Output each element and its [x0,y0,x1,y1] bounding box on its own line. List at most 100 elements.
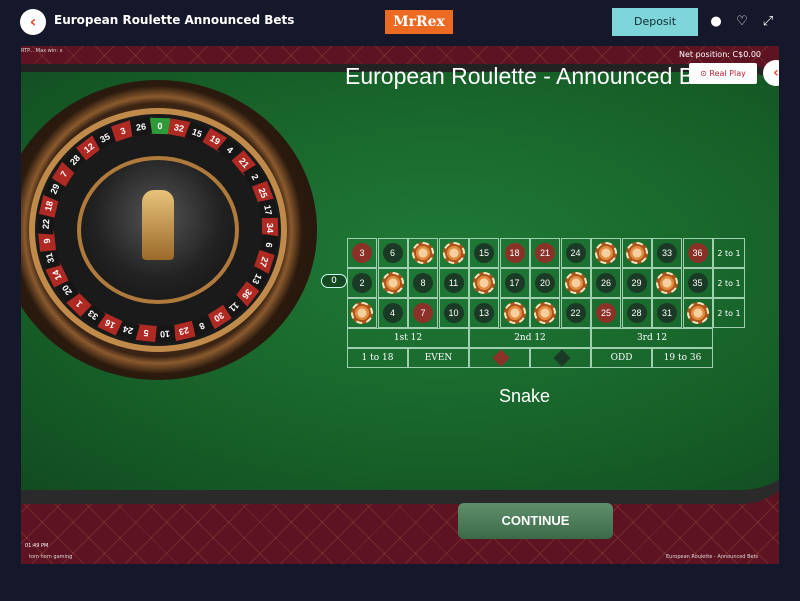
number-cell[interactable]: 19 [530,298,560,328]
number-label: 24 [565,243,586,263]
number-label: 18 [504,243,525,263]
number-label: 26 [596,273,616,293]
net-position: Net position: C$0.00 [679,50,761,59]
dozen-bet-cell[interactable]: 1st 12 [347,328,469,348]
black-diamond-icon [553,349,570,367]
number-cell[interactable]: 13 [469,298,499,328]
outside-bet-cell[interactable]: ODD [591,348,652,368]
number-cell[interactable]: 22 [560,298,591,328]
red-bet-cell[interactable] [469,348,530,368]
roulette-wheel: 0 32 15 19 4 21 2 25 17 34 6 27 13 36 11 30 8 23 10 5 24 16 33… [21,80,317,380]
number-cell[interactable]: 25 [591,298,621,328]
chip-icon [534,302,556,324]
chip-icon [595,242,617,264]
number-label: 29 [626,273,647,293]
number-cell[interactable]: 12 [438,238,469,268]
number-label: 11 [443,273,464,293]
number-label: 17 [504,273,525,293]
page-title: European Roulette Announced Bets [54,13,295,27]
number-label: 33 [657,243,677,263]
footer-game-name: European Roulette - Announced Bets [666,554,759,560]
wheel-hub [142,190,174,260]
number-cell[interactable]: 35 [682,268,713,298]
top-bar: ‹ European Roulette Announced Bets MrRex… [0,0,800,46]
chip-icon [564,272,587,294]
wheel-pocket: 10 [154,325,176,343]
number-cell[interactable]: 16 [499,298,530,328]
number-cell[interactable]: 15 [469,238,499,268]
number-cell[interactable]: 11 [438,268,469,298]
number-label: 28 [626,303,647,323]
chip-icon [381,272,404,294]
outside-bet-cell[interactable]: 19 to 36 [652,348,713,368]
dozen-bet-cell[interactable]: 2nd 12 [469,328,591,348]
betting-grid: 3691215182124273033362581114172023262932… [319,238,779,373]
dozen-bet-cell[interactable]: 3rd 12 [591,328,713,348]
chat-icon[interactable]: ● [706,12,726,32]
chip-icon [442,242,465,264]
number-label: 7 [413,303,433,323]
number-cell[interactable]: 27 [591,238,621,268]
expand-icon[interactable]: ⤢ [758,12,778,32]
number-cell[interactable]: 6 [377,238,408,268]
number-label: 31 [657,303,677,323]
real-play-button[interactable]: ⊙ Real Play [689,63,757,84]
number-cell[interactable]: 28 [621,298,652,328]
number-cell[interactable]: 33 [652,238,682,268]
column-bet-cell[interactable]: 2 to 1 [713,238,745,268]
chip-icon [686,302,709,324]
number-cell[interactable]: 5 [377,268,408,298]
black-bet-cell[interactable] [530,348,591,368]
logo[interactable]: MrRex [385,10,453,34]
number-label: 36 [687,243,708,263]
real-play-label: Real Play [709,69,746,78]
number-label: 4 [382,303,403,323]
number-cell[interactable]: 23 [560,268,591,298]
number-cell[interactable]: 29 [621,268,652,298]
outside-bet-cell[interactable]: 1 to 18 [347,348,408,368]
column-bet-cell[interactable]: 2 to 1 [713,268,745,298]
number-label: 3 [352,243,372,263]
chip-icon [625,242,648,264]
game-area: RTP... Max win: x Net position: C$0.00 E… [21,46,779,564]
number-label: 25 [596,303,616,323]
chip-icon [473,272,495,294]
number-cell[interactable]: 30 [621,238,652,268]
number-cell[interactable]: 17 [499,268,530,298]
number-cell[interactable]: 20 [530,268,560,298]
chip-icon [412,242,434,264]
number-cell[interactable]: 3 [347,238,377,268]
announced-bet-name: Snake [499,386,551,406]
provider-name: tom horn gaming [29,554,73,560]
number-label: 8 [413,273,433,293]
back-button[interactable]: ‹ [20,9,46,35]
number-label: 10 [443,303,464,323]
number-cell[interactable]: 34 [682,298,713,328]
number-cell[interactable]: 9 [408,238,438,268]
play-icon: ⊙ [700,69,710,78]
number-cell[interactable]: 26 [591,268,621,298]
number-cell[interactable]: 31 [652,298,682,328]
red-diamond-icon [492,349,509,367]
column-bet-cell[interactable]: 2 to 1 [713,298,745,328]
number-label: 35 [687,273,708,293]
number-cell[interactable]: 10 [438,298,469,328]
number-cell[interactable]: 18 [499,238,530,268]
number-cell[interactable]: 24 [560,238,591,268]
number-cell[interactable]: 2 [347,268,377,298]
chip-icon [351,302,373,324]
number-cell[interactable]: 36 [682,238,713,268]
wheel-pocket: 26 [130,117,153,137]
number-label: 6 [382,243,403,263]
number-cell[interactable]: 8 [408,268,438,298]
deposit-button[interactable]: Deposit [612,8,698,36]
number-cell[interactable]: 14 [469,268,499,298]
heart-icon[interactable]: ♡ [732,12,752,32]
number-cell[interactable]: 1 [347,298,377,328]
outside-bet-cell[interactable]: EVEN [408,348,469,368]
number-cell[interactable]: 21 [530,238,560,268]
continue-button[interactable]: CONTINUE [458,503,613,539]
number-cell[interactable]: 7 [408,298,438,328]
number-cell[interactable]: 4 [377,298,408,328]
number-cell[interactable]: 32 [652,268,682,298]
